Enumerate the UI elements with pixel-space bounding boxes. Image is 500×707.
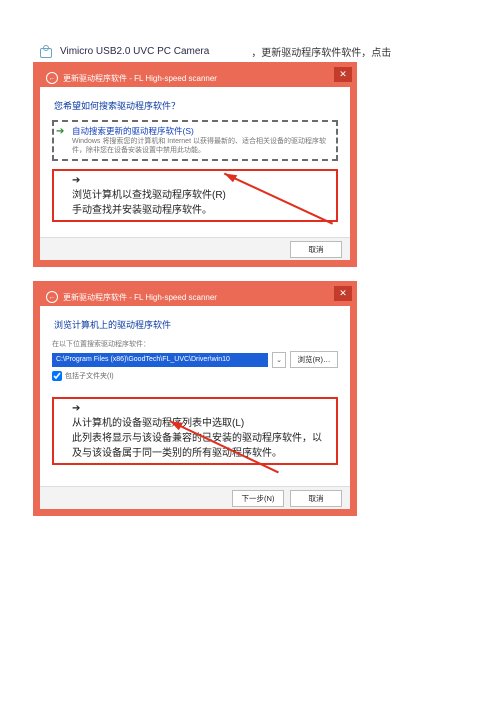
arrow-icon: ➔ xyxy=(72,175,80,186)
option-pick-from-list[interactable]: ➔ 从计算机的设备驱动程序列表中选取(L) 此列表将显示与该设备兼容的已安装的驱… xyxy=(52,397,338,465)
option-browse-sub: 手动查找并安装驱动程序软件。 xyxy=(72,201,330,216)
option-auto-search[interactable]: ➔ 自动搜索更新的驱动程序软件(S) Windows 将搜索您的计算机和 Int… xyxy=(52,120,338,161)
include-subfolders-label: 包括子文件夹(I) xyxy=(65,371,114,381)
titlebar-1: ← 更新驱动程序软件 - FL High-speed scanner ✕ xyxy=(40,69,350,87)
update-driver-dialog-1: ← 更新驱动程序软件 - FL High-speed scanner ✕ 您希望… xyxy=(40,69,350,260)
camera-icon xyxy=(40,46,54,58)
option-pick-sub: 此列表将显示与该设备兼容的已安装的驱动程序软件，以及与该设备属于同一类别的所有驱… xyxy=(72,429,330,459)
option-pick-title: 从计算机的设备驱动程序列表中选取(L) xyxy=(72,414,330,429)
title-text-2: 更新驱动程序软件 - FL High-speed scanner xyxy=(63,292,217,303)
cancel-button-2[interactable]: 取消 xyxy=(290,490,342,507)
dialog-footer-1: 取消 xyxy=(40,237,350,260)
back-icon[interactable]: ← xyxy=(46,291,58,303)
option-browse-local[interactable]: ➔ 浏览计算机以查找驱动程序软件(R) 手动查找并安装驱动程序软件。 xyxy=(52,169,338,222)
heading-1: 您希望如何搜索驱动程序软件？ xyxy=(54,99,338,112)
cancel-button-1[interactable]: 取消 xyxy=(290,241,342,258)
back-icon[interactable]: ← xyxy=(46,72,58,84)
next-button[interactable]: 下一步(N) xyxy=(232,490,284,507)
combo-chevron-down-icon[interactable]: ⌄ xyxy=(272,352,286,368)
device-name: Vimicro USB2.0 UVC PC Camera xyxy=(60,46,209,57)
title-text-1: 更新驱动程序软件 - FL High-speed scanner xyxy=(63,73,217,84)
path-label: 在以下位置搜索驱动程序软件： xyxy=(52,339,338,349)
option-auto-sub: Windows 将搜索您的计算机和 Internet 以获得最新的、适合相关设备… xyxy=(72,137,330,155)
option-browse-title: 浏览计算机以查找驱动程序软件(R) xyxy=(72,186,330,201)
titlebar-2: ← 更新驱动程序软件 - FL High-speed scanner ✕ xyxy=(40,288,350,306)
intro-tail: ，更新驱动程序软件软件，点击 xyxy=(251,44,391,59)
path-row: C:\Program Files (x86)\GoodTech\FL_UVC\D… xyxy=(52,351,338,368)
dialog-footer-2: 下一步(N) 取消 xyxy=(40,486,350,509)
close-button-2[interactable]: ✕ xyxy=(334,286,352,301)
intro-line: Vimicro USB2.0 UVC PC Camera ，更新驱动程序软件软件… xyxy=(40,44,460,59)
include-subfolders-checkbox[interactable] xyxy=(52,371,62,381)
include-subfolders[interactable]: 包括子文件夹(I) xyxy=(52,371,338,381)
option-auto-title: 自动搜索更新的驱动程序软件(S) xyxy=(72,126,330,137)
close-button-1[interactable]: ✕ xyxy=(334,67,352,82)
path-combo[interactable]: C:\Program Files (x86)\GoodTech\FL_UVC\D… xyxy=(52,353,268,367)
browse-button[interactable]: 浏览(R)… xyxy=(290,351,338,368)
arrow-icon: ➔ xyxy=(72,403,80,414)
arrow-icon: ➔ xyxy=(56,126,64,137)
update-driver-dialog-2: ← 更新驱动程序软件 - FL High-speed scanner ✕ 浏览计… xyxy=(40,288,350,509)
heading-2: 浏览计算机上的驱动程序软件 xyxy=(54,318,338,331)
